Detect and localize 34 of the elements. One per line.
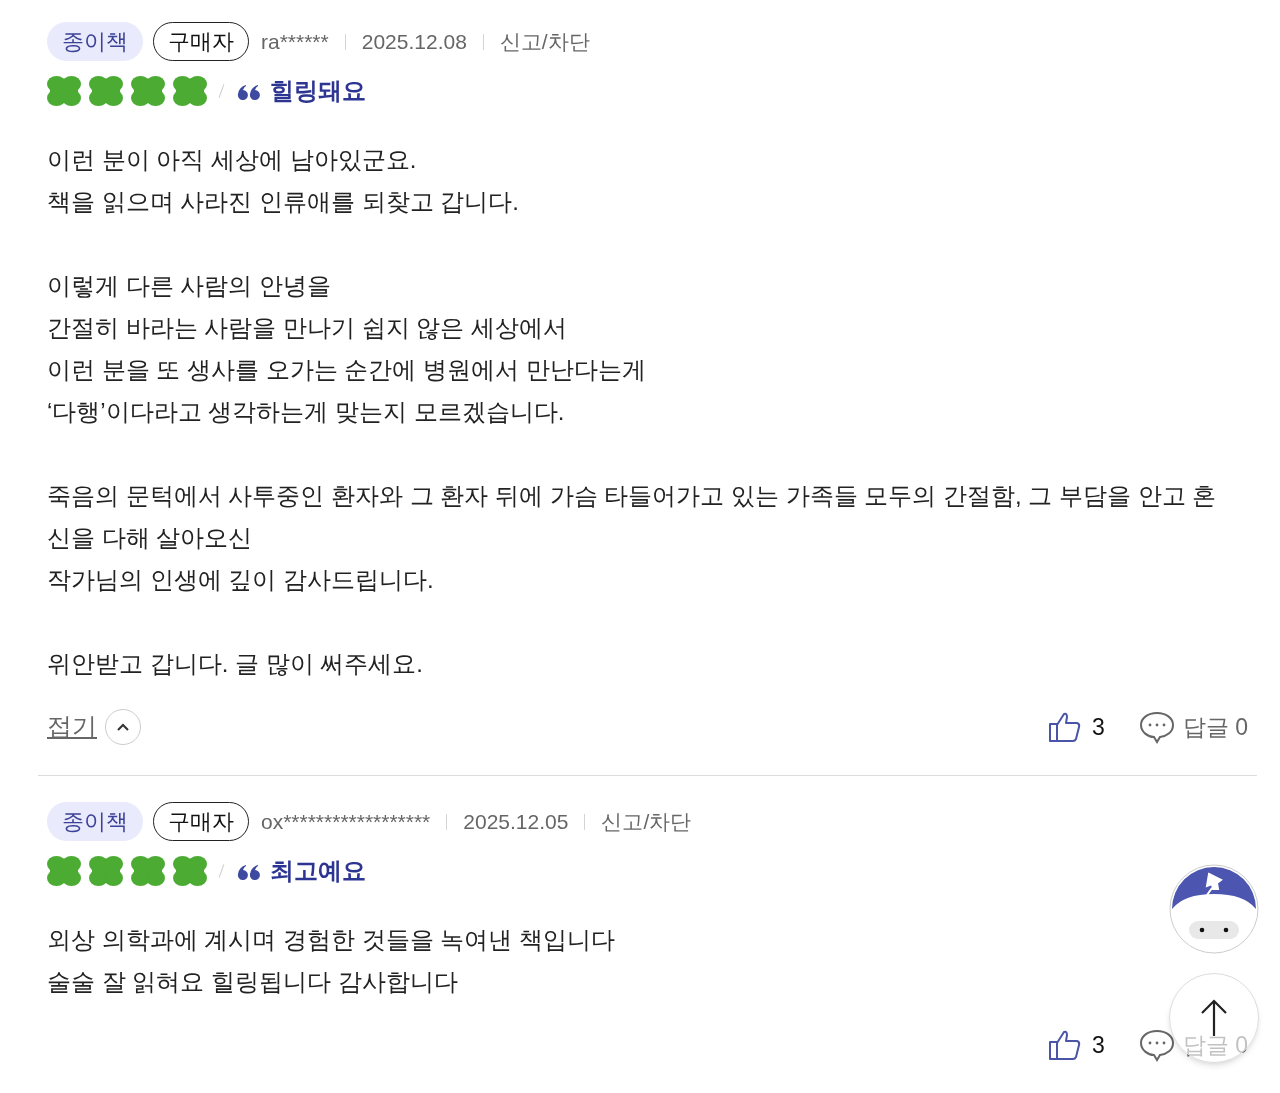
thumbs-up-icon <box>1048 1029 1082 1061</box>
review-text: 죽음의 문턱에서 사투중인 환자와 그 환자 뒤에 가슴 타들어가고 있는 가족들 모두의 간절함, 그 부담을 안고 혼신을 다해 살아오신 작가님의 인생에 깊이 감사드립니다. <box>47 481 1218 595</box>
review-text: 외상 의학과에 계시며 경험한 것들을 녹여낸 책입니다 술술 잘 읽혀요 힐링됩니다 감사합니다 <box>47 925 616 997</box>
like-count[interactable]: 3 <box>1092 1027 1105 1063</box>
username: ra****** <box>261 28 329 55</box>
quote-icon <box>236 82 260 100</box>
review-tag: 최고예요 <box>270 853 366 889</box>
clover-icon <box>47 856 81 886</box>
comment-icon <box>1138 710 1175 744</box>
like-count[interactable]: 3 <box>1092 709 1105 745</box>
report-link[interactable]: 신고/차단 <box>601 805 692 838</box>
mascot-button[interactable] <box>1169 864 1259 954</box>
clover-icon <box>173 76 207 106</box>
clover-icon <box>131 856 165 886</box>
clover-icon <box>89 856 123 886</box>
review-tag: 힐링돼요 <box>270 73 366 109</box>
quote-icon <box>236 862 260 880</box>
collapse-link[interactable]: 접기 <box>47 708 97 746</box>
review-text: 이렇게 다른 사람의 안녕을 간절히 바라는 사람을 만나기 쉽지 않은 세상에서 이런 분을 또 생사를 오가는 순간에 병원에서 만난다는게 ‘다행’이다라고 생각하는게 맞는지 모르겠습니다. <box>47 271 647 427</box>
format-tag: 종이책 <box>47 802 143 841</box>
format-tag: 종이책 <box>47 22 143 61</box>
review-text: 이런 분이 아직 세상에 남아있군요. 책을 읽으며 사라진 인류애를 되찾고 갑니다. <box>47 145 520 217</box>
thumbs-up-icon <box>1048 711 1082 743</box>
clover-icon <box>131 76 165 106</box>
clover-icon <box>47 76 81 106</box>
username: ox****************** <box>261 808 431 835</box>
clover-icon <box>173 856 207 886</box>
review-date: 2025.12.08 <box>361 28 467 55</box>
report-link[interactable]: 신고/차단 <box>499 25 590 58</box>
review-text: 위안받고 갑니다. 글 많이 써주세요. <box>47 649 424 679</box>
reply-count[interactable]: 답글 0 <box>1182 709 1248 745</box>
comment-icon <box>1138 1028 1175 1062</box>
clover-icon <box>89 76 123 106</box>
review-date: 2025.12.05 <box>463 808 569 835</box>
